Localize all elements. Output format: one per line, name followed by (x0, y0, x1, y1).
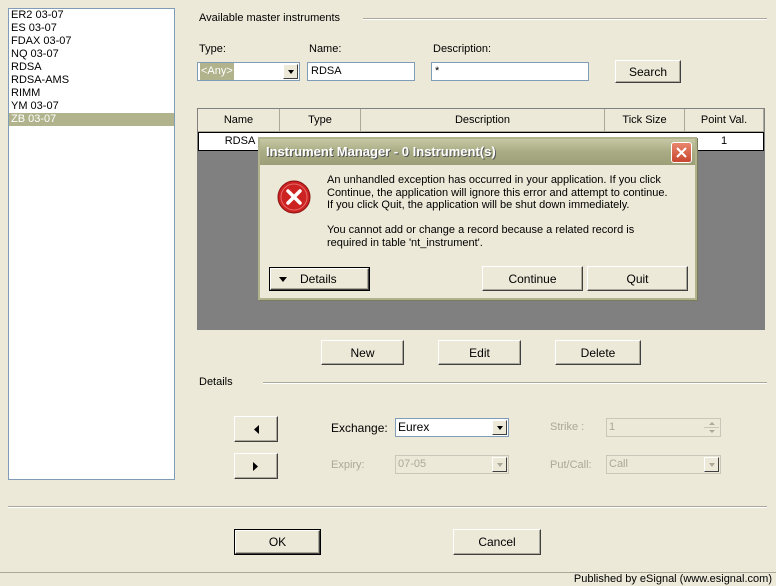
list-item[interactable]: RDSA (9, 61, 174, 74)
error-dialog: Instrument Manager - 0 Instrument(s) An … (258, 137, 697, 300)
list-item-selected[interactable]: ZB 03-07 (9, 113, 174, 126)
instrument-list[interactable]: ER2 03-07 ES 03-07 FDAX 03-07 NQ 03-07 R… (8, 8, 175, 480)
cancel-button[interactable]: Cancel (453, 529, 541, 555)
edit-button[interactable]: Edit (438, 340, 521, 365)
column-header-point-val[interactable]: Point Val. (685, 109, 764, 132)
putcall-select[interactable]: Call (606, 455, 721, 474)
quit-button[interactable]: Quit (587, 266, 688, 291)
dialog-title: Instrument Manager - 0 Instrument(s) (260, 139, 695, 165)
publisher-text: Published by eSignal (www.esignal.com) (573, 573, 772, 585)
expiry-label: Expiry: (331, 459, 365, 471)
list-item[interactable]: ES 03-07 (9, 22, 174, 35)
type-select-value: <Any> (200, 63, 234, 80)
description-input[interactable]: * (431, 62, 589, 81)
column-header-tick-size[interactable]: Tick Size (605, 109, 685, 132)
details-button[interactable]: Details (269, 267, 370, 291)
description-label: Description: (433, 43, 492, 55)
putcall-label: Put/Call: (550, 459, 592, 471)
divider (263, 382, 767, 384)
name-input[interactable]: RDSA (307, 62, 415, 81)
column-header-type[interactable]: Type (280, 109, 361, 132)
divider (8, 506, 767, 508)
exchange-select[interactable]: Eurex (395, 418, 509, 437)
column-header-name[interactable]: Name (198, 109, 280, 132)
strike-value: 1 (609, 421, 616, 433)
error-icon (277, 180, 311, 214)
message-line: If you click Quit, the application will … (327, 199, 630, 211)
detail-line: required in table 'nt_instrument'. (327, 236, 483, 249)
type-label: Type: (199, 43, 226, 55)
exchange-select-value: Eurex (398, 420, 430, 434)
stepper-arrows-icon[interactable] (704, 420, 719, 435)
type-select[interactable]: <Any> (197, 62, 300, 81)
column-header-description[interactable]: Description (361, 109, 605, 132)
close-button[interactable] (671, 142, 692, 163)
expiry-select[interactable]: 07-05 (395, 455, 509, 474)
instrument-manager-window: { "instruments": ["ER2 03-07", "ES 03-07… (0, 0, 776, 586)
arrow-left-icon (254, 424, 259, 434)
putcall-select-value: Call (609, 458, 628, 470)
list-item[interactable]: NQ 03-07 (9, 48, 174, 61)
name-label: Name: (309, 43, 342, 55)
list-item[interactable]: YM 03-07 (9, 100, 174, 113)
details-button-label: Details (300, 272, 337, 286)
error-message: An unhandled exception has occurred in y… (327, 174, 668, 212)
message-line: An unhandled exception has occurred in y… (327, 174, 661, 186)
list-item[interactable]: ER2 03-07 (9, 9, 174, 22)
chevron-down-icon (279, 276, 287, 282)
continue-button[interactable]: Continue (482, 266, 583, 291)
ok-button[interactable]: OK (234, 529, 321, 555)
strike-stepper[interactable]: 1 (606, 418, 721, 437)
chevron-down-icon[interactable] (492, 457, 507, 472)
exchange-label: Exchange: (331, 421, 388, 435)
detail-line: You cannot add or change a record becaus… (327, 224, 635, 236)
search-button[interactable]: Search (615, 60, 681, 83)
strike-label: Strike : (550, 421, 585, 433)
expiry-select-value: 07-05 (398, 458, 427, 470)
list-item[interactable]: FDAX 03-07 (9, 35, 174, 48)
delete-button[interactable]: Delete (555, 340, 641, 365)
new-button[interactable]: New (321, 340, 404, 365)
list-item[interactable]: RIMM (9, 87, 174, 100)
chevron-down-icon[interactable] (492, 420, 507, 435)
previous-button[interactable] (234, 416, 278, 442)
close-icon (676, 147, 687, 158)
chevron-down-icon[interactable] (704, 457, 719, 472)
group-label-master-instruments: Available master instruments (199, 12, 341, 24)
list-item[interactable]: RDSA-AMS (9, 74, 174, 87)
group-label-details: Details (199, 376, 233, 388)
message-line: Continue, the application will ignore th… (327, 186, 668, 199)
arrow-right-icon (253, 461, 258, 471)
chevron-down-icon[interactable] (283, 64, 298, 79)
next-button[interactable] (234, 453, 278, 479)
divider (363, 18, 767, 20)
error-detail: You cannot add or change a record becaus… (327, 224, 634, 249)
